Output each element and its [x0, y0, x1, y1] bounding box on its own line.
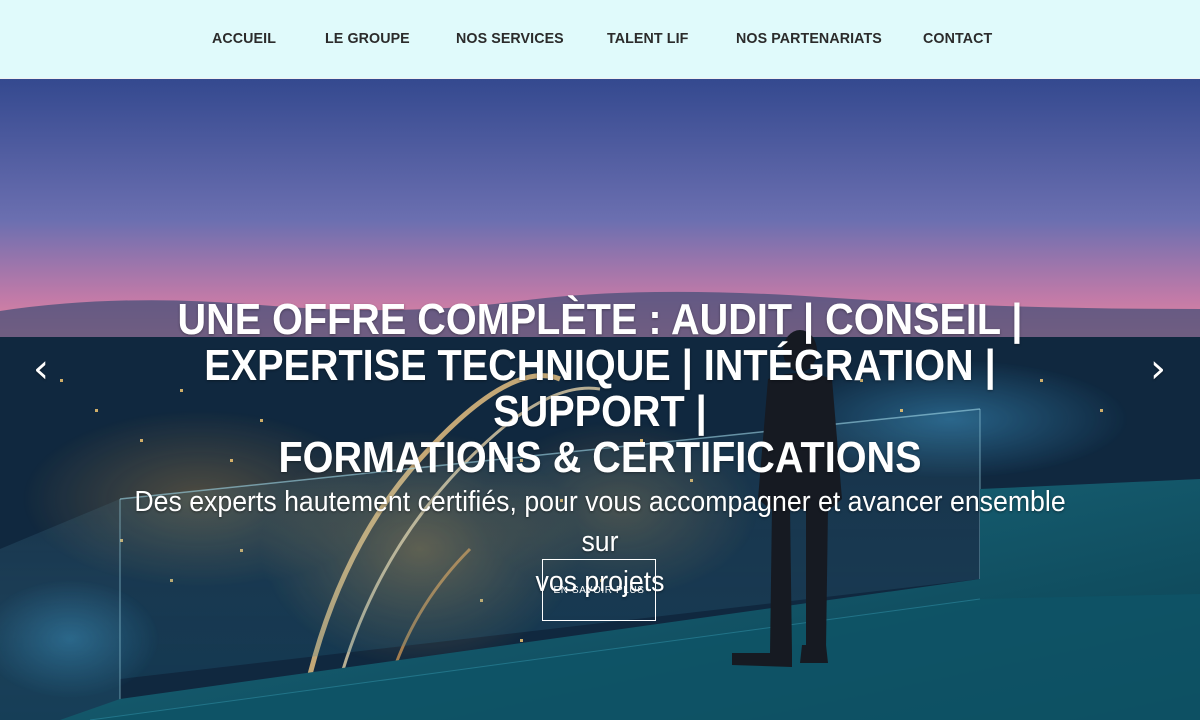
hero-slider: UNE OFFRE COMPLÈTE : AUDIT | CONSEIL | E… [0, 79, 1200, 720]
nav-le-groupe[interactable]: LE GROUPE [325, 30, 410, 50]
top-navigation: ACCUEIL LE GROUPE NOS SERVICES TALENT LI… [0, 0, 1200, 78]
headline-line-1: UNE OFFRE COMPLÈTE : AUDIT | CONSEIL | [177, 295, 1023, 344]
nav-nos-partenariats[interactable]: NOS PARTENARIATS [736, 30, 882, 50]
headline-line-3: FORMATIONS & CERTIFICATIONS [278, 433, 922, 482]
chevron-left-icon[interactable]: ‹ [26, 349, 56, 389]
hero-headline: UNE OFFRE COMPLÈTE : AUDIT | CONSEIL | E… [132, 297, 1068, 481]
nav-nos-services[interactable]: NOS SERVICES [456, 30, 564, 50]
nav-accueil[interactable]: ACCUEIL [212, 30, 276, 50]
nav-talent-lif[interactable]: TALENT LIF [607, 30, 688, 50]
en-savoir-plus-button[interactable]: EN SAVOIR PLUS [542, 559, 656, 621]
subheadline-line-1: Des experts hautement certifiés, pour vo… [134, 486, 1066, 558]
nav-contact[interactable]: CONTACT [923, 30, 992, 50]
headline-line-2: EXPERTISE TECHNIQUE | INTÉGRATION | SUPP… [204, 341, 996, 436]
chevron-right-icon[interactable]: › [1143, 349, 1173, 389]
